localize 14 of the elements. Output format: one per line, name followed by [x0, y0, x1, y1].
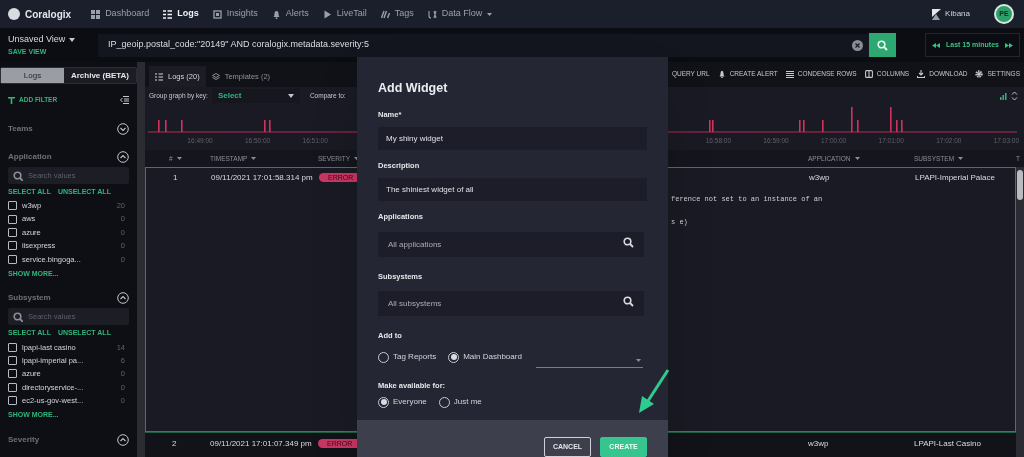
table-cell: 09/11/2021 17:01:58.314 pm — [211, 173, 313, 182]
table-cell: 09/11/2021 17:01:07.349 pm — [210, 439, 312, 448]
dialog-title: Add Widget — [378, 80, 448, 97]
table-cell: w3wp — [809, 173, 830, 182]
table-cell: LPAPI-Last Casino — [914, 439, 981, 448]
table-cell: w3wp — [808, 439, 829, 448]
brand-name: Coralogix — [25, 7, 72, 22]
section-title: Subsystem — [8, 292, 51, 305]
table-cell: 1 — [173, 173, 178, 182]
section-title: Application — [8, 151, 52, 163]
section-title: Teams — [8, 123, 33, 135]
table-cell: LPAPI-Imperial Palace — [915, 173, 995, 182]
table-cell: 2 — [172, 439, 177, 448]
section-title: Severity — [8, 433, 40, 446]
